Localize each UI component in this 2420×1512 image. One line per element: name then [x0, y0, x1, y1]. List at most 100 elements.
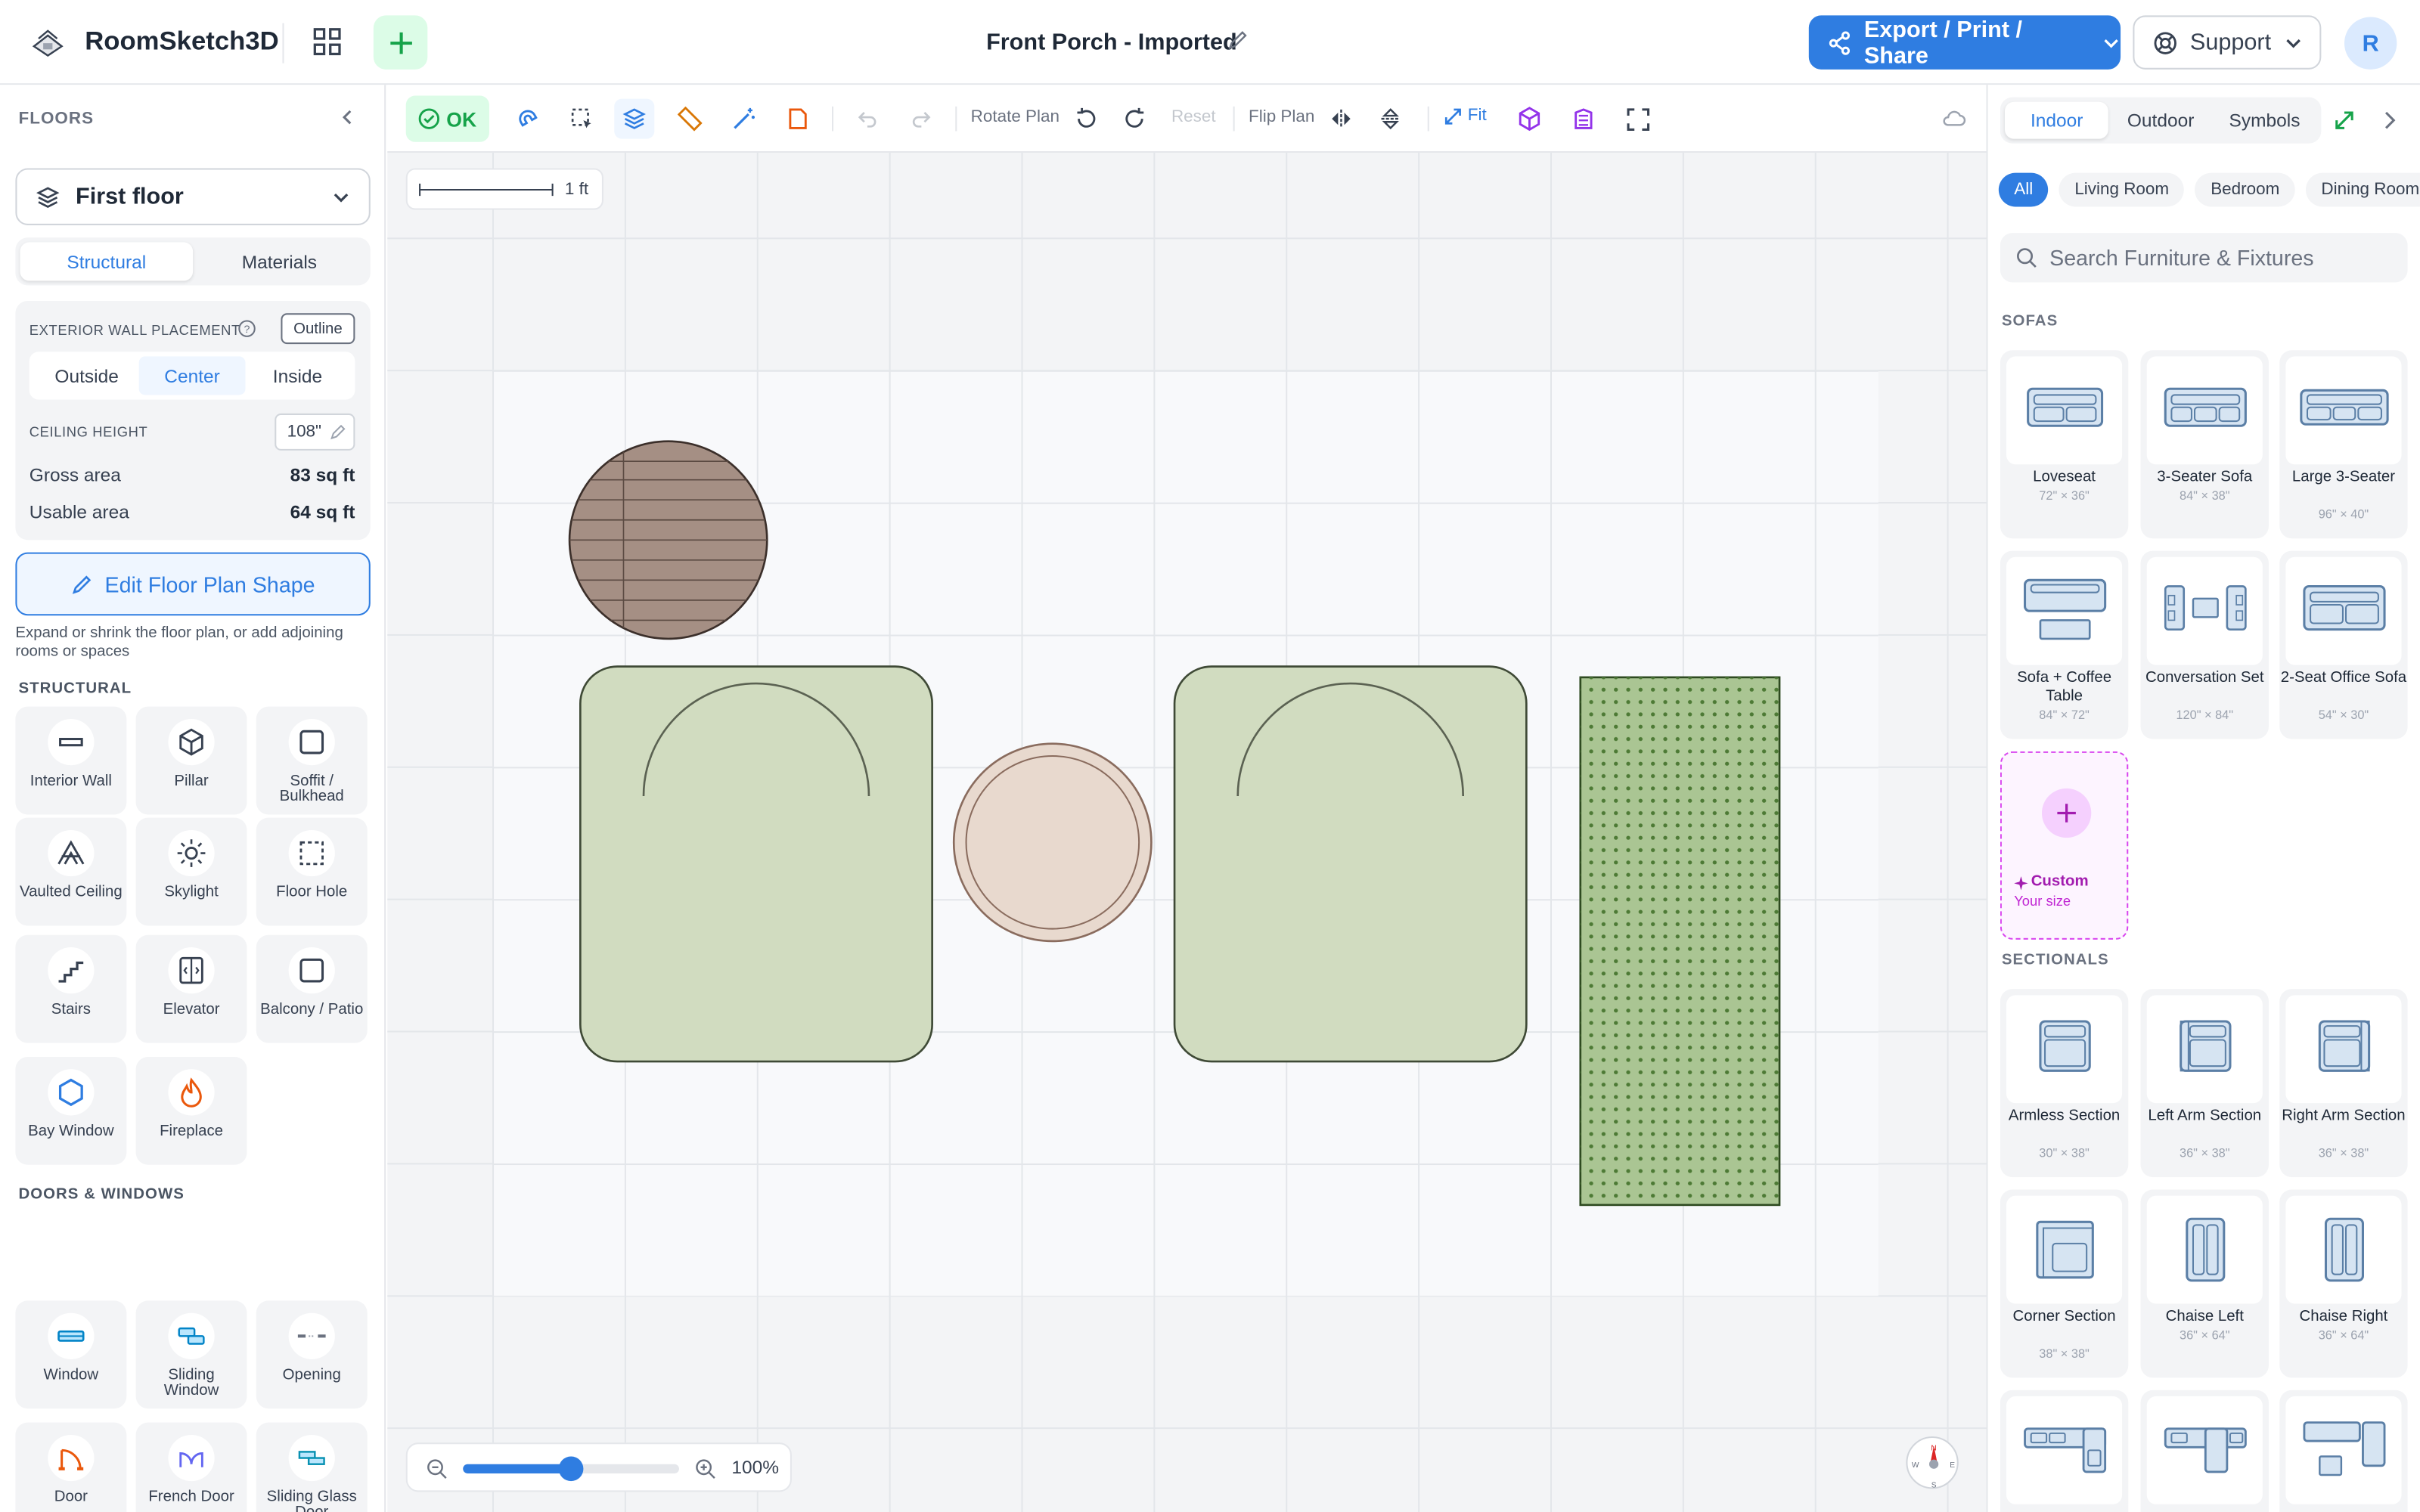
custom-size-card[interactable]: Custom Your size: [2000, 751, 2129, 940]
chip-bedroom[interactable]: Bedroom: [2195, 172, 2295, 207]
plus-circle: [2040, 788, 2091, 838]
tile-fireplace[interactable]: Fireplace: [135, 1056, 247, 1165]
zoom-slider-thumb[interactable]: [558, 1456, 584, 1482]
furniture-card-armless-section[interactable]: Armless Section 30" × 38": [2000, 989, 2129, 1178]
tile-icon-wrap: [48, 829, 95, 877]
outline-toggle[interactable]: Outline: [281, 313, 355, 345]
tile-interior-wall[interactable]: Interior Wall: [15, 706, 127, 815]
collapse-panel-icon[interactable]: [337, 107, 358, 129]
furniture-search-input[interactable]: Search Furniture & Fixtures: [2000, 233, 2408, 283]
tile-balcony[interactable]: Balcony / Patio: [256, 934, 368, 1043]
furniture-card-loveseat[interactable]: Loveseat 72" × 36": [2000, 350, 2129, 539]
furniture-card-large-3-seater[interactable]: Large 3-Seater 96" × 40": [2279, 350, 2408, 539]
wall-option-center[interactable]: Center: [139, 356, 245, 395]
furniture-card-chaise-right[interactable]: Chaise Right 36" × 64": [2279, 1189, 2408, 1378]
support-button[interactable]: Support: [2133, 15, 2322, 70]
fullscreen-button[interactable]: [1618, 99, 1658, 139]
undo-button[interactable]: [847, 99, 887, 139]
tile-icon-wrap: [168, 1069, 215, 1116]
magic-wand-button[interactable]: [724, 99, 764, 139]
tile-french-door[interactable]: French Door: [135, 1422, 247, 1512]
furniture-card-chaise-left[interactable]: Chaise Left 36" × 64": [2140, 1189, 2269, 1378]
tab-symbols[interactable]: Symbols: [2213, 102, 2316, 139]
compass[interactable]: N E S W: [1906, 1436, 1959, 1489]
magnet-snap-button[interactable]: [507, 99, 548, 139]
round-side-table[interactable]: [952, 742, 1153, 943]
user-avatar[interactable]: R: [2344, 17, 2397, 70]
wall-option-inside[interactable]: Inside: [245, 356, 350, 395]
furniture-card-conversation-set[interactable]: Conversation Set 120" × 84": [2140, 550, 2269, 739]
flip-vertical-button[interactable]: [1370, 99, 1410, 139]
edit-floor-plan-shape-button[interactable]: Edit Floor Plan Shape: [15, 552, 371, 616]
tile-floor-hole[interactable]: Floor Hole: [256, 817, 368, 926]
tile-sliding-glass-door[interactable]: Sliding Glass Door: [256, 1422, 368, 1512]
flip-horizontal-button[interactable]: [1321, 99, 1361, 139]
tile-sliding-window[interactable]: Sliding Window: [135, 1300, 247, 1409]
chip-all[interactable]: All: [1998, 172, 2049, 207]
chevron-right-icon[interactable]: [2377, 108, 2402, 133]
tile-stairs[interactable]: Stairs: [15, 934, 127, 1043]
dotted-rug[interactable]: [1579, 676, 1781, 1207]
chip-dining-room[interactable]: Dining Room: [2305, 172, 2420, 207]
tile-window[interactable]: Window: [15, 1300, 127, 1409]
sectional-sofa-icon: [2302, 1421, 2385, 1476]
tile-skylight[interactable]: Skylight: [135, 817, 247, 926]
document-title[interactable]: Front Porch - Imported: [986, 29, 1237, 56]
armchair-left[interactable]: [579, 665, 933, 1063]
furniture-card-sofa-coffee-table[interactable]: Sofa + Coffee Table 84" × 72": [2000, 550, 2129, 739]
tile-pillar[interactable]: Pillar: [135, 706, 247, 815]
round-wood-table[interactable]: [557, 430, 789, 646]
armchair-right[interactable]: [1173, 665, 1528, 1063]
chaise-right-icon: [2323, 1217, 2363, 1282]
notes-button[interactable]: [778, 99, 818, 139]
grid-icon[interactable]: [309, 23, 346, 60]
furniture-card-right-arm-section[interactable]: Right Arm Section 36" × 38": [2279, 989, 2408, 1178]
zoom-in-icon[interactable]: [694, 1458, 716, 1480]
furniture-card-2-seat-office-sofa[interactable]: 2-Seat Office Sofa 54" × 30": [2279, 550, 2408, 739]
rotate-left-button[interactable]: [1066, 99, 1106, 139]
furniture-card-partial[interactable]: [2140, 1390, 2269, 1512]
tile-bay-window[interactable]: Bay Window: [15, 1056, 127, 1165]
measure-button[interactable]: [670, 99, 710, 139]
furniture-card-left-arm-section[interactable]: Left Arm Section 36" × 38": [2140, 989, 2269, 1178]
furniture-name: Armless Section: [2008, 1108, 2121, 1125]
vaulted-ceiling-icon: [57, 840, 85, 865]
tab-outdoor[interactable]: Outdoor: [2108, 102, 2212, 139]
canvas-toolbar: OK Rotate Plan Reset Flip Plan Fit: [387, 85, 1987, 153]
layers-button[interactable]: [614, 98, 655, 139]
add-button[interactable]: [373, 15, 428, 70]
tile-soffit[interactable]: Soffit / Bulkhead: [256, 706, 368, 815]
edit-title-icon[interactable]: [1227, 29, 1249, 51]
tile-opening[interactable]: Opening: [256, 1300, 368, 1409]
tile-door[interactable]: Door: [15, 1422, 127, 1512]
export-print-share-button[interactable]: Export / Print / Share: [1808, 15, 2121, 70]
expand-panel-icon[interactable]: [2332, 108, 2357, 133]
select-tool-button[interactable]: [562, 99, 602, 139]
furniture-card-3-seater-sofa[interactable]: 3-Seater Sofa 84" × 38": [2140, 350, 2269, 539]
furniture-card-partial[interactable]: [2000, 1390, 2129, 1512]
tab-indoor[interactable]: Indoor: [2004, 101, 2109, 139]
sofas-section-title: SOFAS: [2001, 313, 2059, 330]
redo-button[interactable]: [901, 99, 942, 139]
fit-button[interactable]: Fit: [1444, 107, 1487, 125]
reset-button[interactable]: Reset: [1171, 108, 1216, 126]
rotate-right-button[interactable]: [1114, 99, 1154, 139]
help-icon[interactable]: ?: [237, 319, 256, 337]
tab-materials[interactable]: Materials: [193, 242, 366, 280]
ok-button[interactable]: OK: [405, 95, 489, 142]
furniture-card-partial[interactable]: [2279, 1390, 2408, 1512]
wall-option-outside[interactable]: Outside: [34, 356, 139, 395]
3d-view-button[interactable]: [1509, 99, 1550, 139]
tile-elevator[interactable]: Elevator: [135, 934, 247, 1043]
furniture-card-corner-section[interactable]: Corner Section 38" × 38": [2000, 1189, 2129, 1378]
tab-structural[interactable]: Structural: [20, 242, 194, 281]
tile-icon-wrap: [168, 719, 215, 766]
ceiling-height-input[interactable]: 108": [275, 413, 355, 451]
chip-living-room[interactable]: Living Room: [2059, 172, 2185, 207]
zoom-out-icon[interactable]: [426, 1458, 448, 1480]
building-view-button[interactable]: [1563, 99, 1603, 139]
tile-vaulted-ceiling[interactable]: Vaulted Ceiling: [15, 817, 127, 926]
floor-plan-canvas[interactable]: 1 ft 100% N E S W: [387, 153, 1987, 1512]
floor-select[interactable]: First floor: [15, 168, 371, 225]
zoom-slider-track[interactable]: [463, 1456, 679, 1482]
